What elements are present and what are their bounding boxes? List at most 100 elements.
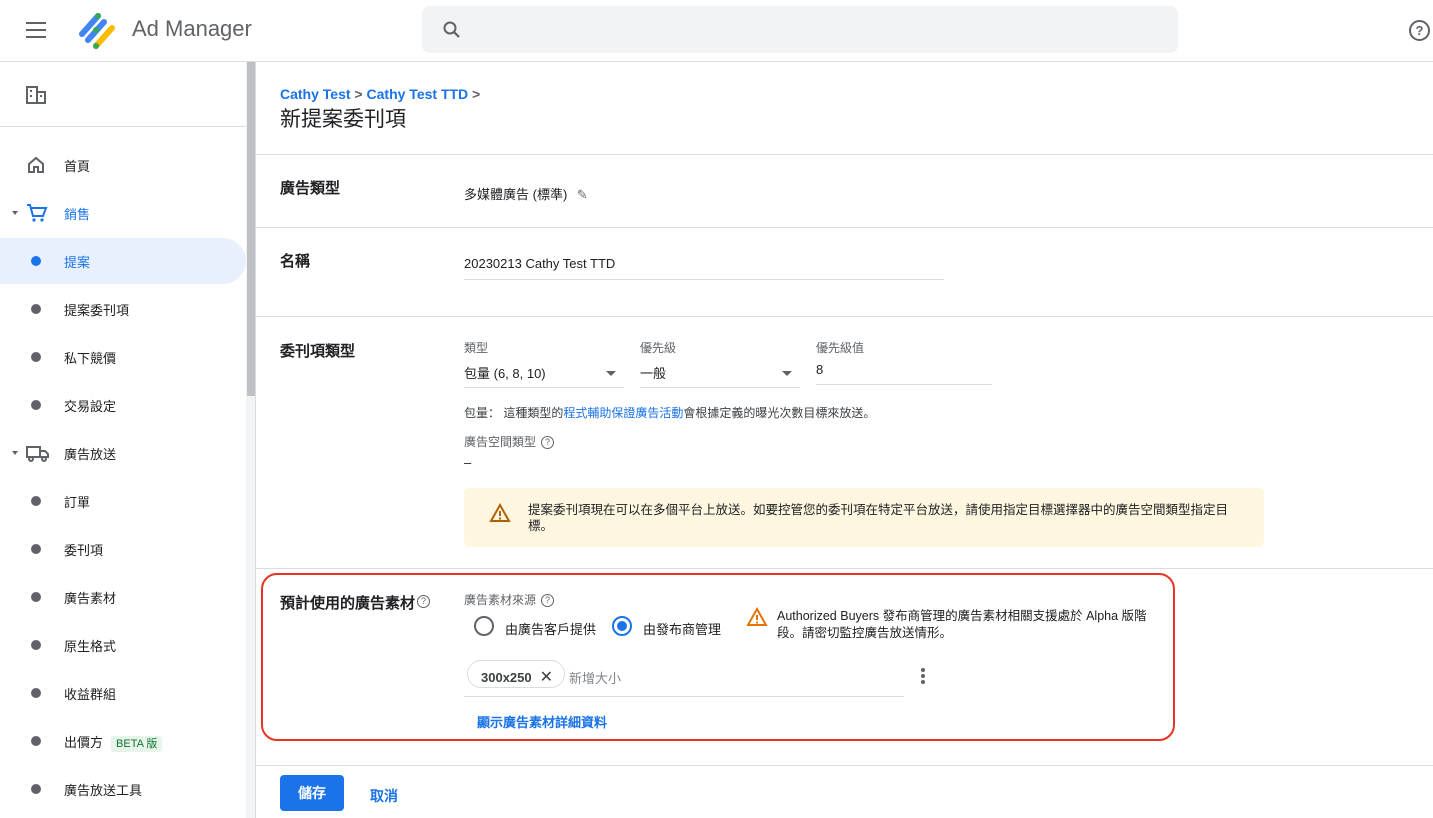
scrollbar-thumb[interactable]	[247, 62, 255, 396]
sidebar-item-label: 廣告放送工具	[64, 780, 142, 799]
bullet-icon	[31, 304, 41, 314]
home-icon	[26, 155, 46, 175]
priority-value-label: 優先級值	[816, 341, 865, 355]
sidebar-item[interactable]: 私下競價	[0, 334, 246, 380]
divider	[256, 227, 1433, 228]
label-text: 提案委刊項	[64, 302, 130, 318]
divider	[256, 154, 1433, 155]
name-input[interactable]: 20230213 Cathy Test TTD	[464, 256, 944, 280]
label-text: 交易設定	[64, 398, 117, 414]
sidebar-item[interactable]: 收益群組	[0, 670, 246, 716]
search-input[interactable]	[422, 6, 1178, 53]
sidebar-item[interactable]: 提案委刊項	[0, 286, 246, 332]
help-icon[interactable]: ?	[1409, 20, 1430, 41]
dropdown-arrow-icon	[782, 371, 792, 376]
label-text: 提案	[64, 254, 91, 270]
sidebar-item-label: 收益群組	[64, 684, 116, 703]
caret-down-icon[interactable]	[12, 211, 18, 215]
sidebar-item-label: 訂單	[64, 492, 90, 511]
building-icon[interactable]	[26, 86, 46, 104]
label-text: 委刊項	[64, 542, 104, 558]
label-text: 私下競價	[64, 350, 117, 366]
caret-down-icon[interactable]	[12, 451, 18, 455]
save-button[interactable]: 儲存	[280, 775, 344, 811]
programmatic-guaranteed-link[interactable]: 程式輔助保證廣告活動	[563, 406, 683, 420]
sidebar-item-label: 交易設定	[64, 396, 116, 415]
sidebar-item[interactable]: 廣告放送工具	[0, 766, 246, 812]
bullet-icon	[31, 352, 41, 362]
bullet-icon	[31, 592, 41, 602]
label-text: 原生格式	[64, 638, 117, 654]
priority-value-input[interactable]: 8	[816, 362, 992, 385]
type-dropdown[interactable]: 包量 (6, 8, 10)	[464, 363, 624, 388]
sidebar-item-label: 廣告素材	[64, 588, 116, 607]
divider	[256, 316, 1433, 317]
label-text: 銷售	[64, 206, 91, 222]
sidebar-item-label: 原生格式	[64, 636, 116, 655]
sidebar-item[interactable]: 首頁	[0, 142, 246, 188]
sidebar-item[interactable]: 委刊項	[0, 526, 246, 572]
sidebar-item-label: 私下競價	[64, 348, 116, 367]
sidebar-item-label: 提案委刊項	[64, 300, 129, 319]
name-label: 名稱	[280, 253, 311, 270]
sidebar-item[interactable]: 訂單	[0, 478, 246, 524]
divider	[256, 765, 1433, 766]
top-bar: Ad Manager ?	[0, 0, 1433, 62]
inventory-type-label: 廣告空間類型?	[464, 433, 555, 450]
bullet-icon	[31, 640, 41, 650]
ad-type-value: 多媒體廣告 (標準) ✎	[464, 184, 588, 203]
sidebar-item-label: 提案	[64, 252, 90, 271]
line-item-type-label: 委刊項類型	[280, 343, 356, 360]
label-text: 廣告放送工具	[64, 782, 143, 798]
app-name: Ad Manager	[132, 16, 252, 41]
cancel-button[interactable]: 取消	[370, 786, 398, 806]
type-label: 類型	[464, 341, 489, 355]
breadcrumb: Cathy Test > Cathy Test TTD >	[280, 86, 481, 102]
warning-icon	[489, 503, 511, 522]
label-text: 出價方	[64, 734, 104, 750]
truck-icon	[26, 443, 49, 463]
dropdown-arrow-icon	[606, 371, 616, 376]
priority-value: 一般	[640, 366, 667, 381]
beta-badge: BETA 版	[111, 735, 163, 752]
edit-pencil-icon[interactable]: ✎	[577, 187, 588, 202]
sidebar-item[interactable]: 提案	[0, 238, 246, 284]
sidebar-item-label: 出價方 BETA 版	[64, 732, 163, 752]
cart-icon	[26, 203, 48, 223]
type-description: 包量： 這種類型的程式輔助保證廣告活動會根據定義的曝光次數目標來放送。	[464, 404, 875, 421]
bullet-icon	[31, 544, 41, 554]
info-banner: 提案委刊項現在可以在多個平台上放送。如要控管您的委刊項在特定平台放送，請使用指定…	[464, 488, 1264, 547]
divider	[256, 568, 1433, 569]
priority-dropdown[interactable]: 一般	[640, 363, 800, 388]
breadcrumb-item[interactable]: Cathy Test	[280, 86, 351, 102]
inventory-type-text: 廣告空間類型	[464, 435, 537, 449]
sidebar-item[interactable]: 出價方 BETA 版	[0, 718, 246, 764]
priority-label: 優先級	[640, 341, 677, 355]
hamburger-icon[interactable]	[26, 22, 46, 38]
search-icon	[443, 21, 460, 38]
sidebar-item[interactable]: 交易設定	[0, 382, 246, 428]
breadcrumb-item[interactable]: Cathy Test TTD	[367, 86, 469, 102]
banner-text: 提案委刊項現在可以在多個平台上放送。如要控管您的委刊項在特定平台放送，請使用指定…	[528, 503, 1229, 533]
label-text: 收益群組	[64, 686, 117, 702]
label-text: 首頁	[64, 158, 91, 174]
desc-text: 包量： 這種類型的	[464, 406, 564, 420]
sidebar-item-label: 首頁	[64, 156, 90, 175]
page-title: 新提案委刊項	[280, 108, 406, 131]
bullet-icon	[31, 784, 41, 794]
desc-text: 會根據定義的曝光次數目標來放送。	[683, 406, 876, 420]
sidebar-item-label: 廣告放送	[64, 444, 116, 463]
highlight-outline	[261, 573, 1175, 741]
sidebar-item[interactable]: 原生格式	[0, 622, 246, 668]
ad-type-text: 多媒體廣告 (標準)	[464, 187, 568, 202]
bullet-icon	[31, 736, 41, 746]
help-icon[interactable]: ?	[541, 436, 555, 450]
sidebar-item[interactable]: 廣告素材	[0, 574, 246, 620]
sidebar: 首頁銷售提案提案委刊項私下競價交易設定廣告放送訂單委刊項廣告素材原生格式收益群組…	[0, 62, 246, 818]
sidebar-item[interactable]: 廣告放送	[0, 430, 246, 476]
label-text: 廣告放送	[64, 446, 117, 462]
ad-manager-logo	[79, 13, 115, 49]
sidebar-item[interactable]: 銷售	[0, 190, 246, 236]
sidebar-item-label: 銷售	[64, 204, 90, 223]
bullet-icon	[31, 400, 41, 410]
